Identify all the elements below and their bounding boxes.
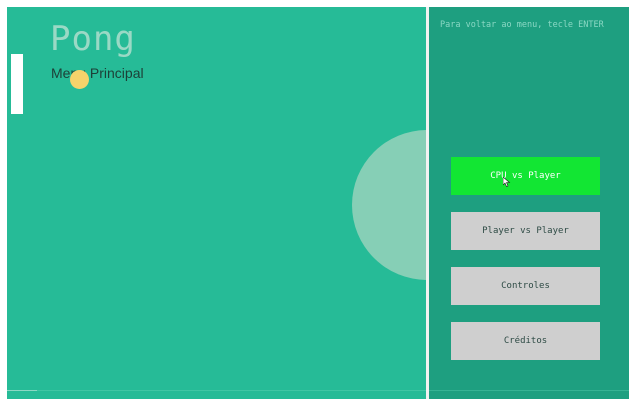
ball <box>70 70 89 89</box>
credits-button[interactable]: Créditos <box>451 322 600 360</box>
menu-subtitle: Menu Principal <box>51 65 144 81</box>
menu-panel: Para voltar ao menu, tecle ENTER CPU vs … <box>429 7 629 399</box>
field-bottom-line-accent <box>7 390 37 391</box>
mouse-pointer-icon <box>503 177 511 187</box>
left-paddle <box>11 54 23 114</box>
game-screen: Pong Menu Principal Para voltar ao menu,… <box>7 7 629 399</box>
field-bottom-line <box>7 390 426 391</box>
menu-hint-text: Para voltar ao menu, tecle ENTER <box>440 20 604 30</box>
pong-field: Pong Menu Principal <box>7 7 426 399</box>
controls-button[interactable]: Controles <box>451 267 600 305</box>
panel-bottom-line <box>429 390 629 391</box>
player-vs-player-button[interactable]: Player vs Player <box>451 212 600 250</box>
cpu-vs-player-button[interactable]: CPU vs Player <box>451 157 600 195</box>
game-title: Pong <box>50 19 136 59</box>
center-circle <box>352 130 426 280</box>
